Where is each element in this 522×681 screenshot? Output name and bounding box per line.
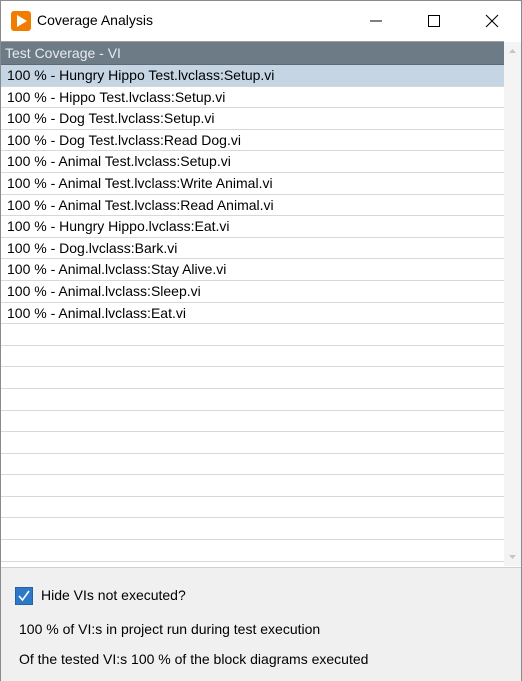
empty-list-row <box>1 432 504 454</box>
maximize-button[interactable] <box>405 1 463 41</box>
list-item[interactable]: 100 % - Hungry Hippo Test.lvclass:Setup.… <box>1 65 504 87</box>
empty-list-row <box>1 389 504 411</box>
empty-list-row <box>1 540 504 562</box>
vis-run-stat: 100 % of VI:s in project run during test… <box>19 621 321 637</box>
empty-list-row <box>1 454 504 476</box>
scroll-down-button[interactable] <box>504 549 521 566</box>
maximize-icon <box>428 15 440 27</box>
hide-vis-label[interactable]: Hide VIs not executed? <box>41 587 186 603</box>
list-item[interactable]: 100 % - Hippo Test.lvclass:Setup.vi <box>1 87 504 109</box>
empty-list-row <box>1 518 504 541</box>
title-bar[interactable]: Coverage Analysis <box>1 1 521 41</box>
coverage-analysis-window: Coverage Analysis Test Coverage - VI 100… <box>0 0 522 681</box>
scroll-up-button[interactable] <box>504 42 521 59</box>
scroll-down-icon <box>509 555 516 559</box>
checkmark-icon <box>18 590 30 602</box>
empty-list-row <box>1 367 504 389</box>
footer-panel: Hide VIs not executed? 100 % of VI:s in … <box>1 567 521 681</box>
list-header: Test Coverage - VI <box>1 42 504 65</box>
list-item[interactable]: 100 % - Dog Test.lvclass:Setup.vi <box>1 108 504 130</box>
close-icon <box>485 14 499 28</box>
close-button[interactable] <box>463 1 521 41</box>
vertical-scrollbar[interactable] <box>504 42 521 566</box>
list-item[interactable]: 100 % - Animal.lvclass:Sleep.vi <box>1 281 504 303</box>
list-item[interactable]: 100 % - Animal Test.lvclass:Setup.vi <box>1 151 504 173</box>
empty-list-row <box>1 346 504 368</box>
app-icon <box>11 11 31 31</box>
list-rows: 100 % - Hungry Hippo Test.lvclass:Setup.… <box>1 65 504 562</box>
minimize-icon <box>370 20 382 22</box>
empty-list-row <box>1 324 504 346</box>
hide-vis-checkbox[interactable] <box>15 587 33 605</box>
minimize-button[interactable] <box>347 1 405 41</box>
list-item[interactable]: 100 % - Animal.lvclass:Stay Alive.vi <box>1 259 504 281</box>
empty-list-row <box>1 475 504 497</box>
list-item[interactable]: 100 % - Animal Test.lvclass:Read Animal.… <box>1 195 504 217</box>
list-item[interactable]: 100 % - Dog Test.lvclass:Read Dog.vi <box>1 130 504 152</box>
empty-list-row <box>1 411 504 433</box>
list-item[interactable]: 100 % - Hungry Hippo.lvclass:Eat.vi <box>1 216 504 238</box>
scroll-up-icon <box>509 49 516 53</box>
list-item[interactable]: 100 % - Dog.lvclass:Bark.vi <box>1 238 504 260</box>
list-item[interactable]: 100 % - Animal.lvclass:Eat.vi <box>1 303 504 325</box>
block-diagram-stat: Of the tested VI:s 100 % of the block di… <box>19 651 369 667</box>
coverage-list[interactable]: Test Coverage - VI 100 % - Hungry Hippo … <box>1 41 504 567</box>
list-item[interactable]: 100 % - Animal Test.lvclass:Write Animal… <box>1 173 504 195</box>
empty-list-row <box>1 497 504 519</box>
window-title: Coverage Analysis <box>37 12 153 28</box>
